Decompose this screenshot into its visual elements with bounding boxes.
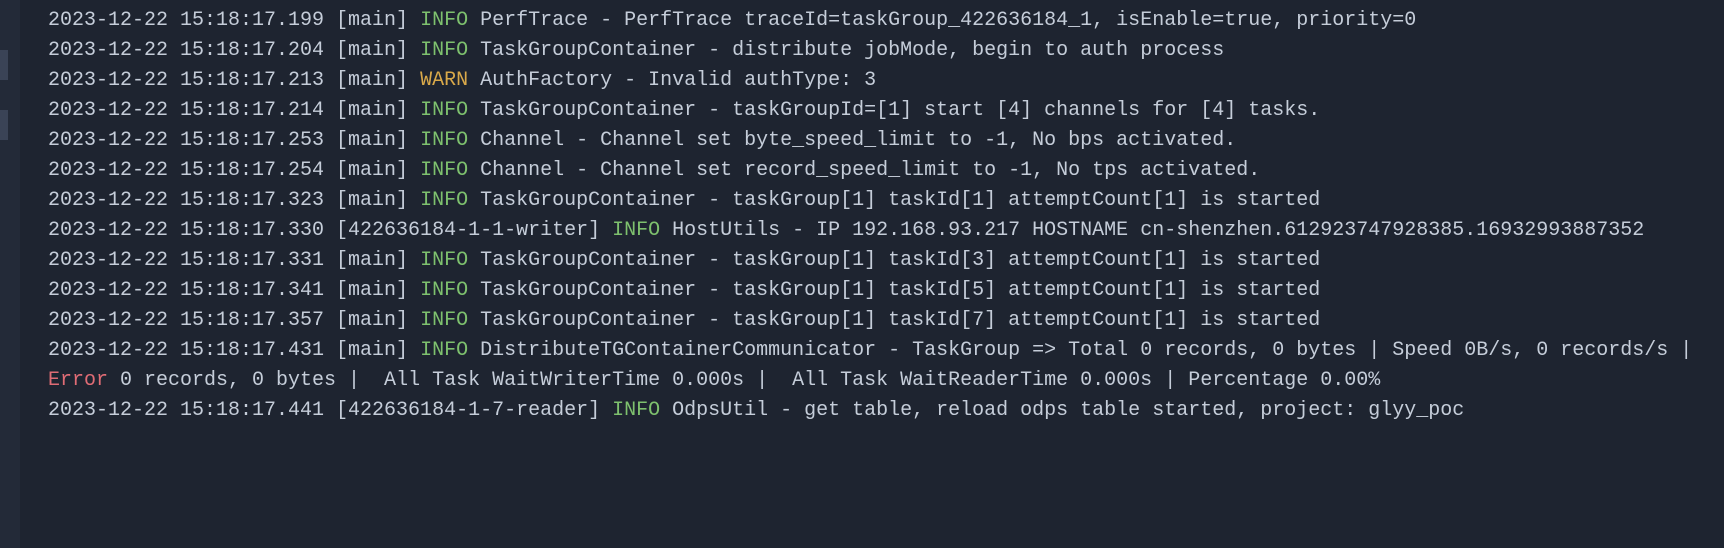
log-line: 2023-12-22 15:18:17.357 [main] INFO Task… [48, 306, 1716, 336]
log-message: DistributeTGContainerCommunicator - Task… [468, 339, 1704, 362]
log-timestamp: 2023-12-22 15:18:17.357 [48, 309, 336, 332]
log-timestamp: 2023-12-22 15:18:17.331 [48, 249, 336, 272]
log-thread: [main] [336, 309, 420, 332]
log-level: INFO [420, 189, 468, 212]
log-thread: [main] [336, 39, 420, 62]
log-thread: [main] [336, 99, 420, 122]
log-level: INFO [420, 339, 468, 362]
log-thread: [main] [336, 189, 420, 212]
log-line: 2023-12-22 15:18:17.253 [main] INFO Chan… [48, 126, 1716, 156]
log-line: 2023-12-22 15:18:17.331 [main] INFO Task… [48, 246, 1716, 276]
log-level: INFO [420, 9, 468, 32]
log-level: INFO [420, 159, 468, 182]
log-line: 2023-12-22 15:18:17.330 [422636184-1-1-w… [48, 216, 1716, 246]
log-line: 2023-12-22 15:18:17.199 [main] INFO Perf… [48, 6, 1716, 36]
log-timestamp: 2023-12-22 15:18:17.213 [48, 69, 336, 92]
log-level: WARN [420, 69, 468, 92]
log-line: 2023-12-22 15:18:17.204 [main] INFO Task… [48, 36, 1716, 66]
log-message: TaskGroupContainer - taskGroup[1] taskId… [468, 309, 1320, 332]
log-error-word: Error [48, 369, 108, 392]
log-level: INFO [420, 99, 468, 122]
log-timestamp: 2023-12-22 15:18:17.214 [48, 99, 336, 122]
log-line: 2023-12-22 15:18:17.341 [main] INFO Task… [48, 276, 1716, 306]
log-timestamp: 2023-12-22 15:18:17.323 [48, 189, 336, 212]
log-line: 2023-12-22 15:18:17.213 [main] WARN Auth… [48, 66, 1716, 96]
log-message: TaskGroupContainer - taskGroup[1] taskId… [468, 279, 1320, 302]
log-line: 2023-12-22 15:18:17.214 [main] INFO Task… [48, 96, 1716, 126]
log-line: 2023-12-22 15:18:17.323 [main] INFO Task… [48, 186, 1716, 216]
log-level: INFO [420, 309, 468, 332]
log-message: TaskGroupContainer - taskGroup[1] taskId… [468, 249, 1320, 272]
log-message: AuthFactory - Invalid authType: 3 [468, 69, 876, 92]
log-timestamp: 2023-12-22 15:18:17.204 [48, 39, 336, 62]
log-thread: [main] [336, 129, 420, 152]
log-message: Channel - Channel set record_speed_limit… [468, 159, 1260, 182]
log-timestamp: 2023-12-22 15:18:17.330 [48, 219, 336, 242]
log-level: INFO [420, 39, 468, 62]
editor-gutter [0, 0, 20, 548]
log-message: 0 records, 0 bytes | All Task WaitWriter… [108, 369, 1380, 392]
log-level: INFO [612, 219, 660, 242]
log-timestamp: 2023-12-22 15:18:17.254 [48, 159, 336, 182]
log-timestamp: 2023-12-22 15:18:17.341 [48, 279, 336, 302]
log-thread: [422636184-1-7-reader] [336, 399, 612, 422]
log-message: TaskGroupContainer - taskGroupId=[1] sta… [468, 99, 1320, 122]
log-thread: [main] [336, 159, 420, 182]
log-message: Channel - Channel set byte_speed_limit t… [468, 129, 1236, 152]
log-thread: [422636184-1-1-writer] [336, 219, 612, 242]
log-line: 2023-12-22 15:18:17.254 [main] INFO Chan… [48, 156, 1716, 186]
log-level: INFO [420, 279, 468, 302]
log-thread: [main] [336, 9, 420, 32]
log-level: INFO [420, 249, 468, 272]
log-thread: [main] [336, 339, 420, 362]
log-line: 2023-12-22 15:18:17.431 [main] INFO Dist… [48, 336, 1716, 396]
log-timestamp: 2023-12-22 15:18:17.199 [48, 9, 336, 32]
log-timestamp: 2023-12-22 15:18:17.441 [48, 399, 336, 422]
log-thread: [main] [336, 279, 420, 302]
log-message: OdpsUtil - get table, reload odps table … [660, 399, 1464, 422]
log-level: INFO [420, 129, 468, 152]
gutter-mark [0, 50, 8, 80]
log-line: 2023-12-22 15:18:17.441 [422636184-1-7-r… [48, 396, 1716, 426]
log-thread: [main] [336, 249, 420, 272]
log-thread: [main] [336, 69, 420, 92]
log-level: INFO [612, 399, 660, 422]
gutter-mark [0, 110, 8, 140]
log-timestamp: 2023-12-22 15:18:17.253 [48, 129, 336, 152]
log-timestamp: 2023-12-22 15:18:17.431 [48, 339, 336, 362]
log-message: TaskGroupContainer - distribute jobMode,… [468, 39, 1224, 62]
log-message: PerfTrace - PerfTrace traceId=taskGroup_… [468, 9, 1416, 32]
log-output[interactable]: 2023-12-22 15:18:17.199 [main] INFO Perf… [0, 0, 1724, 432]
log-message: HostUtils - IP 192.168.93.217 HOSTNAME c… [660, 219, 1644, 242]
log-message: TaskGroupContainer - taskGroup[1] taskId… [468, 189, 1320, 212]
